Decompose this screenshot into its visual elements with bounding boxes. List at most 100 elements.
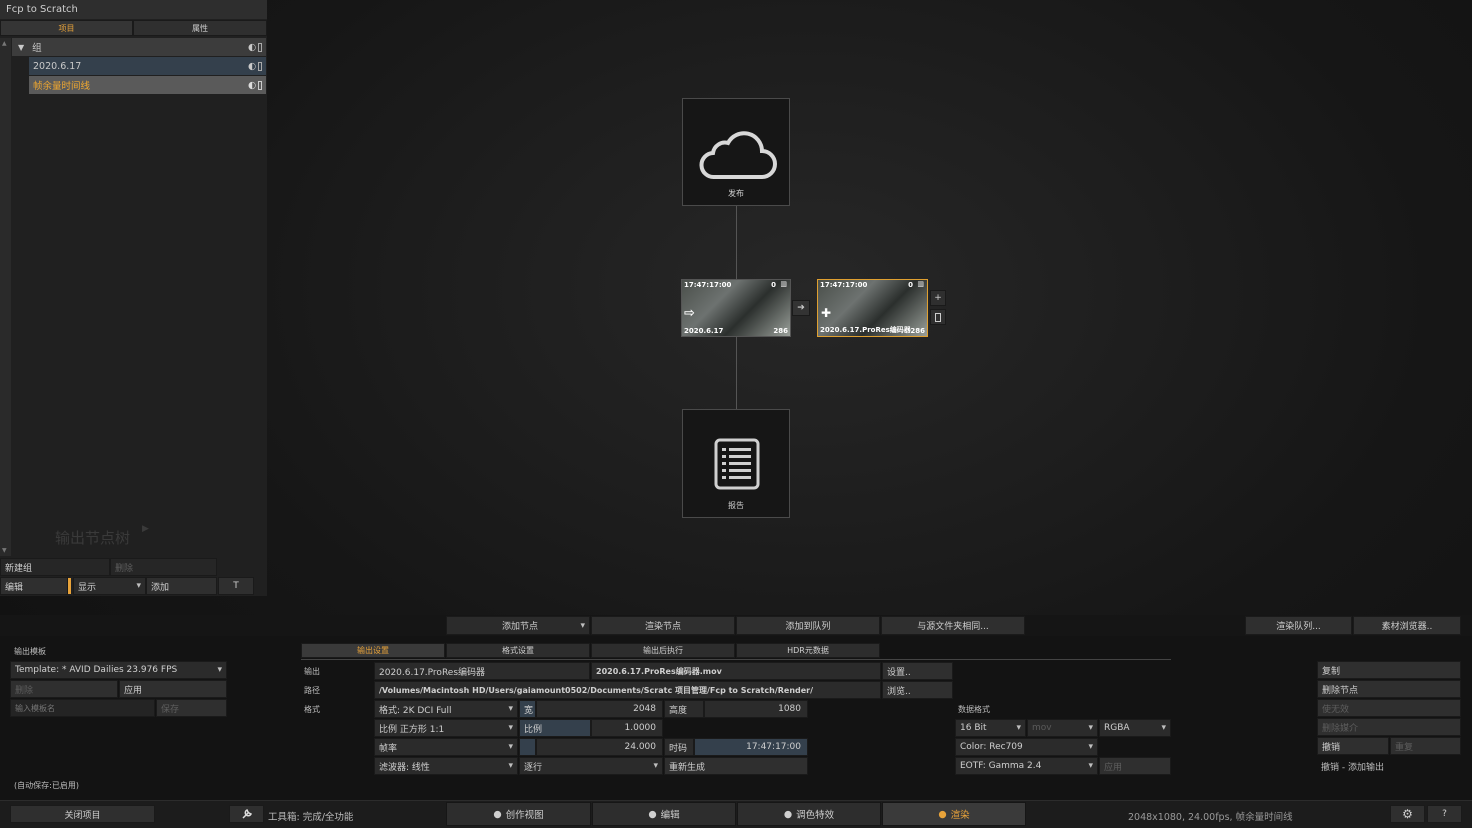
template-name-input[interactable] [10,699,155,717]
output-badge-icon: ▥ [917,280,924,288]
template-apply-button[interactable]: 应用 [119,680,227,698]
bitdepth-dropdown[interactable]: 16 Bit [955,719,1026,737]
width-label: 宽 [519,700,536,718]
expand-arrow-icon[interactable]: ▼ [18,43,24,52]
source-output-icon: ⇨ [684,306,695,321]
tab-properties[interactable]: 属性 [133,20,267,36]
t-button[interactable]: T [218,577,254,595]
output-node[interactable]: 17:47:17:00 0 ▥ ✚ 2020.6.17.ProRes编码器 28… [817,279,928,337]
tree-watermark: 输出节点树 [55,529,131,547]
tree-delete-button[interactable]: 删除 [110,558,217,576]
framerate-value: 帧率 [379,743,398,754]
delete-media-button[interactable]: 删除媒介 [1317,718,1461,736]
tree-row-label: 帧余量时间线 [33,81,91,92]
tree-row-label: 组 [32,43,42,54]
template-save-button[interactable]: 保存 [156,699,227,717]
format-dropdown[interactable]: 格式: 2K DCI Full [374,700,518,718]
tree-row-timeline[interactable]: 2020.6.17 ◐ [29,57,266,75]
tree-row-margin-timeline[interactable]: 帧余量时间线 ◐ [29,76,266,94]
show-dropdown[interactable]: 显示 [73,577,146,595]
timecode-field[interactable]: 17:47:17:00 [694,738,808,756]
same-as-source-button[interactable]: 与源文件夹相同... [881,616,1025,635]
copy-button[interactable]: 复制 [1317,661,1461,679]
render-node-button[interactable]: 渲染节点 [591,616,735,635]
source-index: 0 [771,281,776,289]
aspect-dropdown[interactable]: 比例 正方形 1:1 [374,719,518,737]
template-dropdown[interactable]: Template: * AVID Dailies 23.976 FPS [10,661,227,679]
invalidate-button[interactable]: 使无效 [1317,699,1461,717]
undo-button[interactable]: 撤销 [1317,737,1389,755]
settings-gear-icon[interactable]: ⚙ [1390,805,1425,823]
channels-value: RGBA [1104,723,1130,733]
eotf-dropdown[interactable]: EOTF: Gamma 2.4 [955,757,1098,775]
setup-button[interactable]: 设置.. [882,662,953,680]
tab-output-settings[interactable]: 输出设置 [301,643,445,658]
channels-dropdown[interactable]: RGBA [1099,719,1171,737]
report-node[interactable]: 报告 [682,409,790,518]
filter-dropdown[interactable]: 滤波器: 线性 [374,757,518,775]
tree-scrollbar[interactable]: ▲ ▼ [0,38,11,556]
output-file-field[interactable]: 2020.6.17.ProRes编码器.mov [591,662,881,680]
help-button[interactable]: ? [1427,805,1462,823]
trash-icon [258,80,262,90]
mode-dot-icon: ● [783,808,793,820]
tab-project[interactable]: 项目 [0,20,133,36]
template-section-label: 输出模板 [14,647,46,656]
output-name: 2020.6.17.ProRes编码器 [820,326,911,334]
node-trash-button[interactable] [930,309,946,325]
publish-node[interactable]: 发布 [682,98,790,206]
trash-icon [258,42,262,52]
add-node-dropdown[interactable]: 添加节点 [446,616,590,635]
refresh-icon[interactable]: ◐ [248,80,262,91]
fps-slider-fill [519,738,536,756]
add-node-plus-button[interactable]: + [930,290,946,306]
framerate-dropdown[interactable]: 帧率 [374,738,518,756]
fps-field[interactable]: 24.000 [536,738,663,756]
scan-value: 逐行 [524,762,543,773]
tab-format-settings[interactable]: 格式设置 [446,643,590,658]
delete-node-button[interactable]: 删除节点 [1317,680,1461,698]
close-project-button[interactable]: 关闭项目 [10,805,155,823]
output-name-field[interactable]: 2020.6.17.ProRes编码器 [374,662,590,680]
new-group-button[interactable]: 新建组 [0,558,110,576]
add-button[interactable]: 添加 [146,577,217,595]
height-field[interactable]: 1080 [704,700,808,718]
connect-arrow-button[interactable]: ➔ [792,300,810,316]
scan-dropdown[interactable]: 逐行 [519,757,663,775]
mode-dot-icon: ● [648,808,657,820]
ratio-field[interactable]: 1.0000 [591,719,663,737]
template-delete-button[interactable]: 删除 [10,680,118,698]
redo-button[interactable]: 重复 [1390,737,1461,755]
container-dropdown[interactable]: mov [1027,719,1098,737]
mode-label: 调色特效 [796,810,835,821]
mode-color[interactable]: ● 调色特效 [737,802,881,826]
edit-button[interactable]: 编辑 [0,577,68,595]
tab-hdr-metadata[interactable]: HDR元数据 [736,643,880,658]
source-timecode: 17:47:17:00 [684,281,732,289]
aspect-value: 比例 正方形 1:1 [379,724,445,735]
render-queue-button[interactable]: 渲染队列... [1245,616,1352,635]
data-format-apply-button[interactable]: 应用 [1099,757,1171,775]
source-node[interactable]: 17:47:17:00 0 ▥ ⇨ 2020.6.17 286 [681,279,791,337]
mode-edit[interactable]: ● 编辑 [592,802,736,826]
ratio-label: 比例 [519,719,591,737]
regenerate-button[interactable]: 重新生成 [664,757,808,775]
width-field[interactable]: 2048 [536,700,663,718]
mode-construct[interactable]: ● 创作视图 [446,802,591,826]
wrench-icon[interactable] [229,805,264,823]
refresh-icon[interactable]: ◐ [248,61,262,72]
mode-render[interactable]: ● 渲染 [882,802,1026,826]
undo-description: 撤销 - 添加输出 [1321,763,1384,773]
cloud-icon [699,131,777,179]
media-browser-button[interactable]: 素材浏览器.. [1353,616,1461,635]
tab-post-render[interactable]: 输出后执行 [591,643,735,658]
color-dropdown[interactable]: Color: Rec709 [955,738,1098,756]
refresh-icon[interactable]: ◐ [248,42,262,53]
tree-row-group[interactable]: ▼ 组 ◐ [12,38,266,56]
output-index: 0 [908,281,913,289]
source-name: 2020.6.17 [684,327,724,335]
path-field[interactable]: /Volumes/Macintosh HD/Users/gaiamount050… [374,681,881,699]
source-count: 286 [773,327,788,335]
browse-button[interactable]: 浏览.. [882,681,953,699]
add-to-queue-button[interactable]: 添加到队列 [736,616,880,635]
